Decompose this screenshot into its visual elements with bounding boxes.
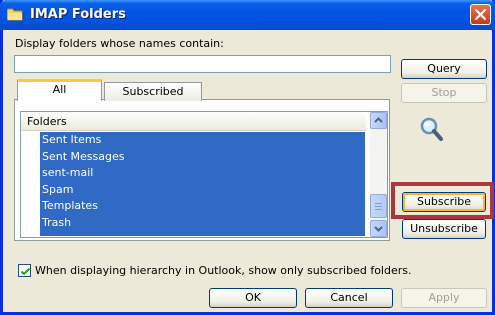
cancel-label: Cancel (330, 291, 368, 304)
close-button[interactable] (470, 4, 491, 25)
tab-subscribed-label: Subscribed (122, 85, 184, 98)
apply-label: Apply (428, 291, 460, 304)
close-icon (474, 8, 487, 21)
list-item[interactable]: sent-mail (40, 165, 365, 182)
tab-all[interactable]: All (17, 79, 102, 101)
folders-header-label: Folders (27, 115, 67, 128)
window-title: IMAP Folders (30, 7, 126, 22)
query-button[interactable]: Query (401, 59, 487, 79)
folders-list[interactable]: Folders Sent Items Sent Messages sent-ma… (20, 111, 388, 238)
list-item[interactable]: Templates (40, 198, 365, 215)
show-subscribed-only-label[interactable]: When displaying hierarchy in Outlook, sh… (35, 264, 411, 277)
query-label: Query (427, 62, 461, 75)
subscribe-button[interactable]: Subscribe (402, 192, 486, 212)
thumb-grip (375, 206, 382, 207)
unsubscribe-button[interactable]: Unsubscribe (402, 219, 486, 239)
tab-subscribed[interactable]: Subscribed (104, 82, 202, 101)
magnifier-icon (419, 116, 445, 144)
folder-icon (6, 8, 23, 21)
list-item[interactable]: Trash (40, 215, 365, 232)
stop-label: Stop (431, 86, 457, 99)
ok-button[interactable]: OK (209, 288, 297, 308)
filter-label: Display folders whose names contain: (15, 37, 224, 50)
ok-label: OK (245, 291, 261, 304)
folder-items: Sent Items Sent Messages sent-mail Spam … (40, 132, 365, 236)
thumb-grip (375, 203, 382, 204)
scroll-down-button[interactable] (370, 220, 387, 237)
folders-column-header[interactable]: Folders (21, 112, 366, 131)
scroll-thumb[interactable] (370, 194, 387, 218)
cancel-button[interactable]: Cancel (305, 288, 393, 308)
folder-filter-input[interactable] (14, 55, 391, 73)
apply-button[interactable]: Apply (401, 288, 487, 308)
list-item[interactable]: Sent Messages (40, 149, 365, 166)
scroll-down-icon (374, 226, 383, 232)
show-subscribed-only-checkbox[interactable] (18, 264, 31, 277)
checkmark-icon (20, 267, 31, 276)
scroll-up-icon (374, 117, 383, 123)
list-item[interactable]: Sent Items (40, 132, 365, 149)
unsubscribe-label: Unsubscribe (410, 222, 478, 235)
scroll-up-button[interactable] (370, 112, 387, 129)
list-item[interactable]: Spam (40, 182, 365, 199)
vertical-scrollbar[interactable] (370, 112, 387, 237)
thumb-grip (375, 209, 382, 210)
tab-all-label: All (52, 83, 67, 96)
subscribe-label: Subscribe (416, 195, 472, 208)
title-bar[interactable]: IMAP Folders (0, 0, 495, 30)
stop-button[interactable]: Stop (401, 83, 487, 103)
